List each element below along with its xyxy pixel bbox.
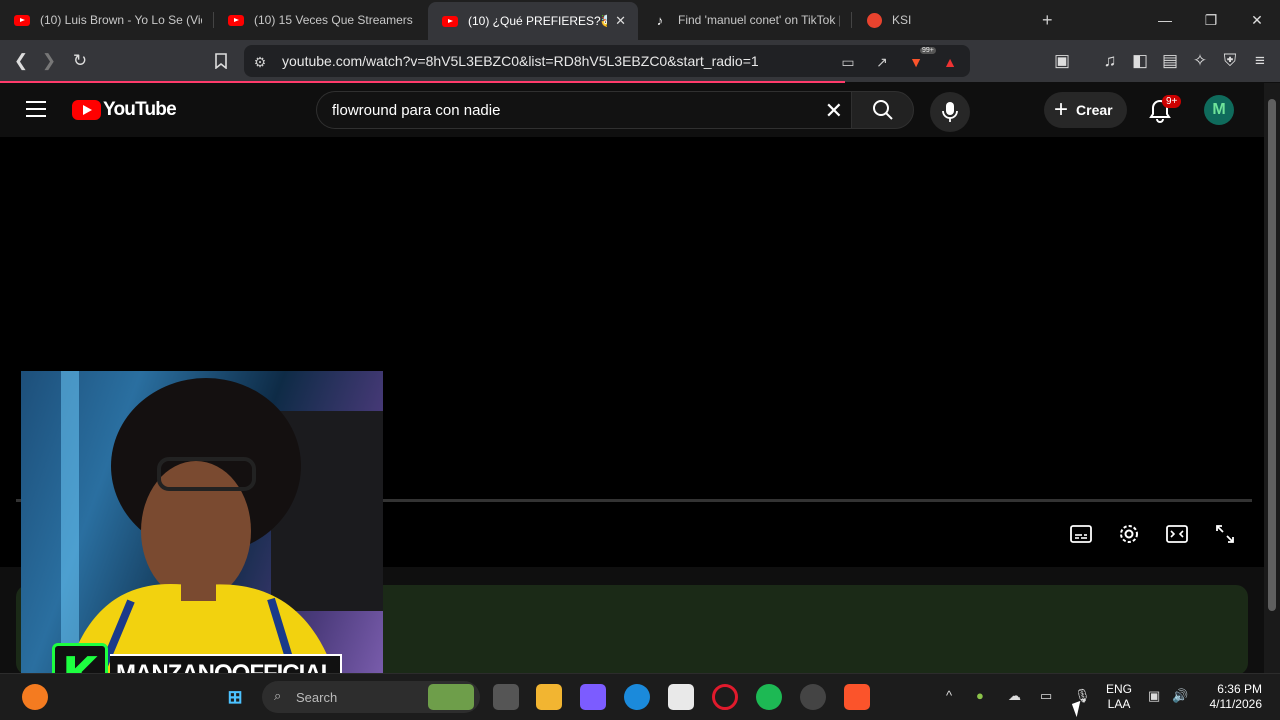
- new-tab-button[interactable]: +: [1042, 10, 1053, 31]
- weather-icon[interactable]: [22, 684, 48, 710]
- theater-mode-icon[interactable]: [1161, 520, 1193, 548]
- close-window-button[interactable]: ✕: [1234, 0, 1280, 40]
- brave-icon[interactable]: [844, 684, 870, 710]
- restore-button[interactable]: ❐: [1188, 0, 1234, 40]
- browser-tab-strip: (10) Luis Brown - Yo Lo Se (Vide (10) 15…: [0, 0, 1280, 40]
- system-clock[interactable]: 6:36 PM 4/11/2026: [1196, 682, 1263, 712]
- address-bar[interactable]: ⚙ youtube.com/watch?v=8hV5L3EBZC0&list=R…: [244, 45, 970, 77]
- wallet-icon[interactable]: ▤: [1157, 48, 1183, 74]
- hamburger-menu-icon[interactable]: [26, 101, 46, 117]
- cast-icon[interactable]: ▭: [838, 52, 858, 72]
- browser-toolbar: ❮ ❯ ↻ ⚙ youtube.com/watch?v=8hV5L3EBZC0&…: [0, 40, 1280, 82]
- clear-search-icon[interactable]: ✕: [825, 98, 843, 124]
- search-highlight-icon[interactable]: [428, 684, 474, 710]
- clock-date: 4/11/2026: [1209, 697, 1263, 711]
- bookmark-icon[interactable]: [208, 48, 234, 74]
- youtube-play-icon: [72, 100, 101, 120]
- sidebar-icon[interactable]: ◧: [1127, 48, 1153, 74]
- vpn-icon[interactable]: ⛨: [1217, 48, 1243, 74]
- scrollbar-thumb[interactable]: [1268, 99, 1276, 611]
- youtube-icon: [14, 12, 30, 28]
- fullscreen-icon[interactable]: [1209, 520, 1241, 548]
- language-indicator[interactable]: ENG LAA: [1106, 682, 1132, 712]
- media-icon[interactable]: ♫: [1097, 48, 1123, 74]
- brave-rewards-icon[interactable]: ▲: [940, 52, 960, 72]
- youtube-logo[interactable]: YouTube: [72, 99, 177, 121]
- avatar[interactable]: M: [1204, 95, 1234, 125]
- brave-shields-icon[interactable]: ▼: [906, 52, 926, 72]
- edge-icon[interactable]: [624, 684, 650, 710]
- opera-icon[interactable]: [712, 684, 738, 710]
- youtube-header: YouTube flowround para con nadie ✕ + Cre…: [0, 83, 1264, 137]
- obs-icon[interactable]: [800, 684, 826, 710]
- tab-luis-brown[interactable]: (10) Luis Brown - Yo Lo Se (Vide: [0, 0, 214, 40]
- file-explorer-icon[interactable]: [536, 684, 562, 710]
- microphone-icon: [942, 102, 958, 122]
- reader-mode-icon[interactable]: ▣: [1049, 48, 1075, 74]
- search-value: flowround para con nadie: [332, 101, 501, 119]
- spotify-icon[interactable]: [756, 684, 782, 710]
- microsoft-store-icon[interactable]: [668, 684, 694, 710]
- tab-que-prefieres[interactable]: (10) ¿Qué PREFIERES?🤯 |L ✕: [428, 2, 638, 40]
- copilot-icon[interactable]: [580, 684, 606, 710]
- avatar-letter: M: [1212, 101, 1226, 118]
- reload-icon[interactable]: ↻: [67, 48, 93, 74]
- volume-icon[interactable]: 🔊: [1172, 688, 1188, 704]
- back-icon[interactable]: ❮: [8, 48, 34, 74]
- subtitles-icon[interactable]: [1065, 520, 1097, 548]
- tab-streamers[interactable]: (10) 15 Veces Que Streamers Se: [214, 0, 428, 40]
- tab-tiktok[interactable]: ♪ Find 'manuel conet' on TikTok |: [638, 0, 852, 40]
- search-button[interactable]: [851, 91, 914, 129]
- page-scrollbar[interactable]: [1264, 83, 1280, 673]
- reddit-icon: [866, 12, 882, 28]
- brave-badge: 99+: [920, 47, 936, 54]
- tab-ksi[interactable]: KSI: [852, 0, 972, 40]
- youtube-icon: [442, 13, 458, 29]
- clock-time: 6:36 PM: [1217, 682, 1262, 696]
- leo-ai-icon[interactable]: ✧: [1187, 48, 1213, 74]
- tab-title: KSI: [892, 13, 912, 27]
- share-icon[interactable]: ↗: [872, 52, 892, 72]
- url-text: youtube.com/watch?v=8hV5L3EBZC0&list=RD8…: [282, 53, 759, 69]
- plus-icon: +: [1054, 96, 1069, 123]
- tiktok-icon: ♪: [656, 12, 664, 28]
- taskbar-search-placeholder: Search: [296, 689, 338, 705]
- app-tray-icon[interactable]: ●: [976, 688, 984, 703]
- network-icon[interactable]: ☁: [1008, 688, 1021, 704]
- search-icon: ⌕: [274, 688, 282, 703]
- site-settings-icon[interactable]: ⚙: [250, 52, 270, 72]
- settings-gear-icon[interactable]: [1113, 520, 1145, 548]
- show-hidden-icons-icon[interactable]: ^: [946, 688, 952, 703]
- youtube-icon: [228, 12, 244, 28]
- windows-taskbar: ⊞ ⌕ Search ^ ● ☁ ▭ 🎙 ENG LAA ▣ 🔊 6:36 PM…: [0, 673, 1280, 720]
- task-view-icon[interactable]: [493, 684, 519, 710]
- minimize-button[interactable]: —: [1142, 0, 1188, 40]
- voice-search-button[interactable]: [930, 92, 970, 132]
- youtube-logo-text: YouTube: [103, 99, 177, 120]
- create-button[interactable]: + Crear: [1044, 92, 1127, 128]
- menu-icon[interactable]: ≡: [1247, 48, 1273, 74]
- close-tab-icon[interactable]: ✕: [615, 13, 626, 29]
- search-input[interactable]: flowround para con nadie ✕: [316, 91, 851, 129]
- create-label: Crear: [1076, 102, 1113, 118]
- notifications-badge: 9+: [1162, 95, 1182, 108]
- tab-title: (10) Luis Brown - Yo Lo Se (Vide: [40, 13, 202, 27]
- tab-title: (10) 15 Veces Que Streamers Se: [254, 13, 416, 27]
- search-icon: [872, 100, 893, 120]
- cast-tray-icon[interactable]: ▭: [1040, 688, 1052, 704]
- tab-title: (10) ¿Qué PREFIERES?🤯 |L: [468, 14, 608, 28]
- forward-icon[interactable]: ❯: [36, 48, 62, 74]
- display-icon[interactable]: ▣: [1148, 688, 1160, 704]
- windows-start-icon[interactable]: ⊞: [222, 684, 248, 710]
- tab-title: Find 'manuel conet' on TikTok |: [678, 13, 840, 27]
